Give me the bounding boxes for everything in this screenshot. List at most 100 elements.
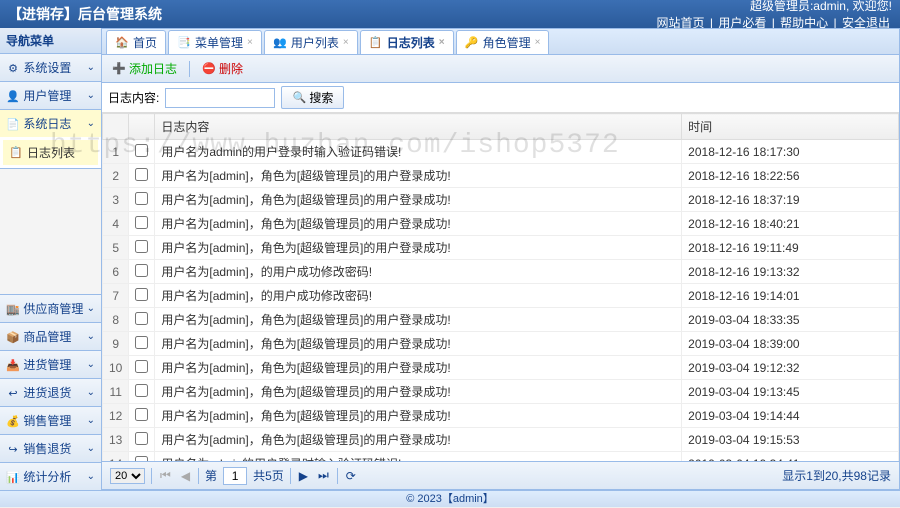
table-row[interactable]: 12用户名为[admin]，角色为[超级管理员]的用户登录成功!2019-03-…	[103, 404, 899, 428]
table-row[interactable]: 5用户名为[admin]，角色为[超级管理员]的用户登录成功!2018-12-1…	[103, 236, 899, 260]
row-checkbox-cell	[129, 284, 155, 308]
row-checkbox[interactable]	[135, 216, 148, 229]
chevron-down-icon: ⌄	[87, 118, 95, 129]
row-checkbox[interactable]	[135, 264, 148, 277]
sidebar-item[interactable]: ⚙ 系统设置⌄	[0, 54, 101, 81]
column-header[interactable]: 日志内容	[155, 114, 682, 140]
sidebar-item[interactable]: 📊 统计分析⌄	[0, 462, 101, 490]
row-checkbox[interactable]	[135, 432, 148, 445]
table-row[interactable]: 6 用户名为[admin]，的用户成功修改密码!2018-12-16 19:13:…	[103, 260, 899, 284]
row-checkbox[interactable]	[135, 384, 148, 397]
row-checkbox-cell	[129, 452, 155, 462]
sidebar-item[interactable]: 📥 进货管理⌄	[0, 350, 101, 378]
tab[interactable]: 📑菜单管理×	[168, 30, 262, 54]
cell-time: 2018-12-16 18:40:21	[682, 212, 899, 236]
table-row[interactable]: 10用户名为[admin]，角色为[超级管理员]的用户登录成功!2019-03-…	[103, 356, 899, 380]
sidebar-item[interactable]: 📄 系统日志⌄	[0, 110, 101, 137]
sidebar-item[interactable]: ↪ 销售退货⌄	[0, 434, 101, 462]
row-checkbox[interactable]	[135, 312, 148, 325]
row-number: 6	[103, 260, 129, 284]
table-row[interactable]: 13用户名为[admin]，角色为[超级管理员]的用户登录成功!2019-03-…	[103, 428, 899, 452]
row-checkbox-cell	[129, 380, 155, 404]
table-row[interactable]: 11用户名为[admin]，角色为[超级管理员]的用户登录成功!2019-03-…	[103, 380, 899, 404]
plus-icon: ➕	[112, 62, 126, 76]
close-icon[interactable]: ×	[343, 37, 349, 48]
search-label: 日志内容:	[108, 89, 159, 106]
app-title: 【进销存】后台管理系统	[8, 4, 162, 24]
delete-button[interactable]: ⛔删除	[198, 58, 247, 79]
row-number: 10	[103, 356, 129, 380]
sidebar-item[interactable]: 💰 销售管理⌄	[0, 406, 101, 434]
sidebar-item[interactable]: ↩ 进货退货⌄	[0, 378, 101, 406]
chevron-down-icon: ⌄	[87, 303, 95, 314]
table-row[interactable]: 9用户名为[admin]，角色为[超级管理员]的用户登录成功!2019-03-0…	[103, 332, 899, 356]
tab[interactable]: 🔑角色管理×	[456, 30, 550, 54]
cell-content: 用户名为[admin]，的用户成功修改密码!	[155, 284, 682, 308]
page-input[interactable]	[223, 467, 247, 485]
log-grid: 日志内容时间 1用户名为admin的用户登录时输入验证码错误!2018-12-1…	[102, 113, 899, 461]
refresh-button[interactable]: ⟳	[344, 469, 358, 483]
sidebar-subitem[interactable]: 📋日志列表	[3, 140, 98, 165]
row-checkbox[interactable]	[135, 192, 148, 205]
total-pages: 共5页	[253, 467, 284, 484]
page-size-select[interactable]: 20	[110, 468, 145, 484]
table-row[interactable]: 14用户名为admin的用户登录时输入验证码错误!2019-03-04 19:3…	[103, 452, 899, 462]
cell-content: 用户名为[admin]，角色为[超级管理员]的用户登录成功!	[155, 212, 682, 236]
column-header[interactable]	[129, 114, 155, 140]
row-checkbox[interactable]	[135, 408, 148, 421]
close-icon[interactable]: ×	[247, 37, 253, 48]
table-row[interactable]: 2用户名为[admin]，角色为[超级管理员]的用户登录成功!2018-12-1…	[103, 164, 899, 188]
tab[interactable]: 🏠首页	[106, 30, 166, 54]
app-header: 【进销存】后台管理系统 超级管理员:admin, 欢迎您! 网站首页 | 用户必…	[0, 0, 900, 28]
tab-icon: 👥	[273, 36, 287, 50]
cell-time: 2018-12-16 18:37:19	[682, 188, 899, 212]
chevron-down-icon: ⌄	[87, 90, 95, 101]
tab[interactable]: 📋日志列表×	[360, 30, 454, 54]
row-checkbox[interactable]	[135, 144, 148, 157]
menu-icon: ⚙	[6, 62, 20, 76]
tab[interactable]: 👥用户列表×	[264, 30, 358, 54]
row-checkbox[interactable]	[135, 168, 148, 181]
chevron-down-icon: ⌄	[87, 331, 95, 342]
close-icon[interactable]: ×	[535, 37, 541, 48]
table-row[interactable]: 8用户名为[admin]，角色为[超级管理员]的用户登录成功!2019-03-0…	[103, 308, 899, 332]
column-header[interactable]: 时间	[682, 114, 899, 140]
add-log-button[interactable]: ➕添加日志	[108, 58, 181, 79]
row-number: 13	[103, 428, 129, 452]
row-checkbox[interactable]	[135, 360, 148, 373]
chevron-down-icon: ⌄	[87, 443, 95, 454]
row-checkbox[interactable]	[135, 336, 148, 349]
chevron-down-icon: ⌄	[87, 471, 95, 482]
table-row[interactable]: 1用户名为admin的用户登录时输入验证码错误!2018-12-16 18:17…	[103, 140, 899, 164]
page-label: 第	[205, 467, 217, 484]
cell-content: 用户名为[admin]，角色为[超级管理员]的用户登录成功!	[155, 404, 682, 428]
close-icon[interactable]: ×	[439, 37, 445, 48]
row-checkbox-cell	[129, 428, 155, 452]
welcome-prefix: 超级管理员:	[750, 0, 813, 13]
prev-page-button[interactable]: ◀	[179, 469, 192, 483]
search-input[interactable]	[165, 88, 275, 108]
row-number: 11	[103, 380, 129, 404]
cell-content: 用户名为[admin]，的用户成功修改密码!	[155, 260, 682, 284]
cell-time: 2018-12-16 19:13:32	[682, 260, 899, 284]
search-button[interactable]: 🔍搜索	[281, 86, 344, 109]
next-page-button[interactable]: ▶	[297, 469, 310, 483]
row-checkbox[interactable]	[135, 288, 148, 301]
tab-icon: 🏠	[115, 36, 129, 50]
table-row[interactable]: 4用户名为[admin]，角色为[超级管理员]的用户登录成功!2018-12-1…	[103, 212, 899, 236]
table-row[interactable]: 7用户名为[admin]，的用户成功修改密码!2018-12-16 19:14:…	[103, 284, 899, 308]
row-checkbox[interactable]	[135, 240, 148, 253]
row-checkbox-cell	[129, 260, 155, 284]
table-row[interactable]: 3用户名为[admin]，角色为[超级管理员]的用户登录成功!2018-12-1…	[103, 188, 899, 212]
sidebar-item[interactable]: 👤 用户管理⌄	[0, 82, 101, 109]
row-checkbox-cell	[129, 236, 155, 260]
col-rownum	[103, 114, 129, 140]
last-page-button[interactable]: ⏭	[316, 468, 331, 483]
cell-time: 2019-03-04 18:39:00	[682, 332, 899, 356]
search-bar: 日志内容: 🔍搜索	[102, 83, 899, 113]
row-checkbox-cell	[129, 332, 155, 356]
sidebar-item[interactable]: 🏬 供应商管理⌄	[0, 294, 101, 322]
menu-icon: 📄	[6, 118, 20, 132]
sidebar-item[interactable]: 📦 商品管理⌄	[0, 322, 101, 350]
first-page-button[interactable]: ⏮	[158, 468, 173, 483]
